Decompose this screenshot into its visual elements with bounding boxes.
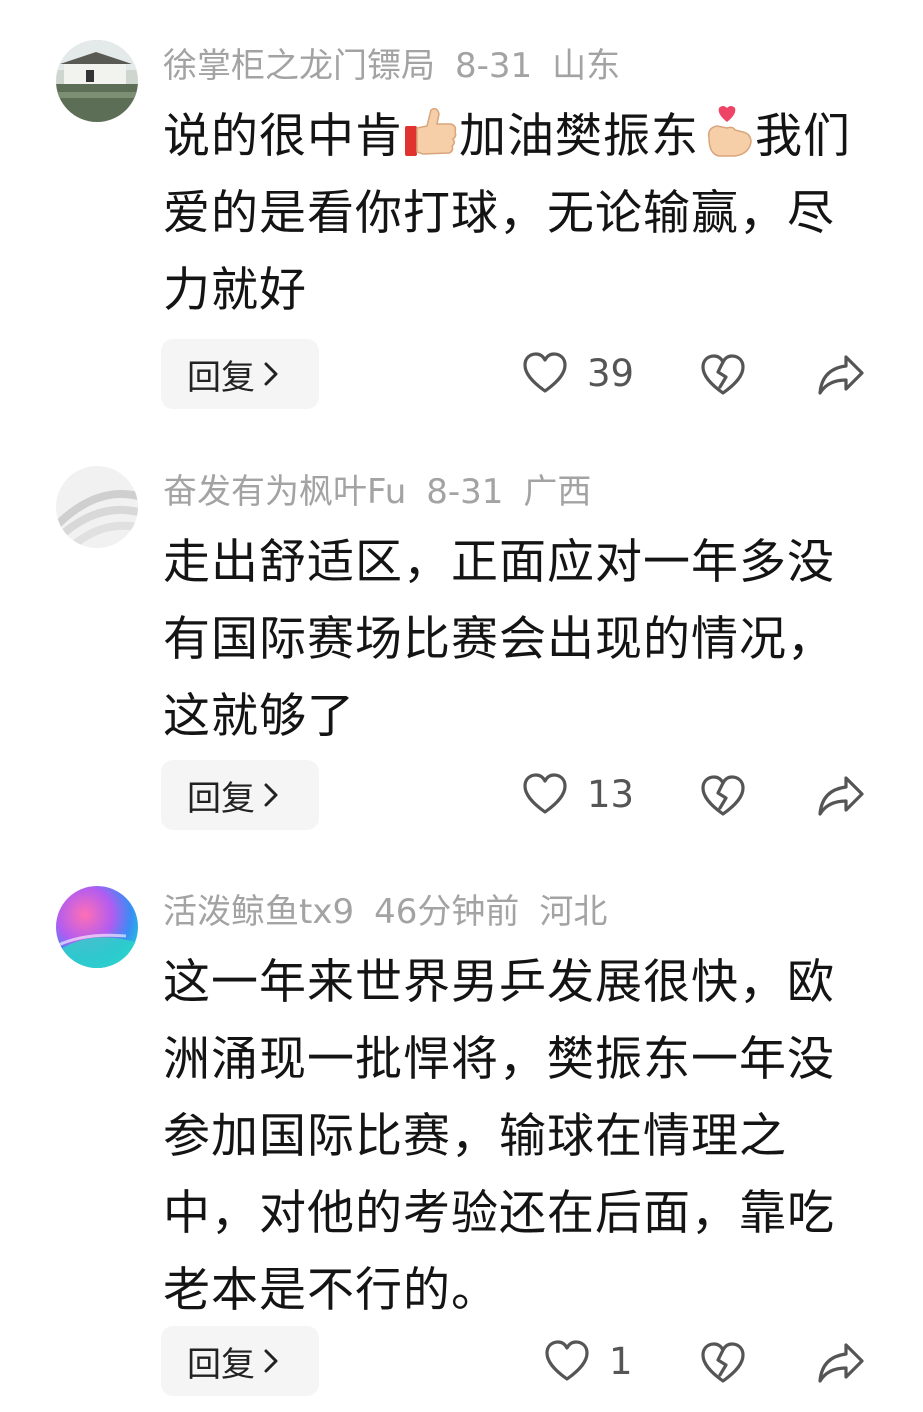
broken-heart-icon [701,775,745,816]
username[interactable]: 徐掌柜之龙门镖局 [163,46,435,86]
chevron-right-icon [264,783,278,807]
finger-heart-emoji [707,106,752,157]
username[interactable]: 奋发有为枫叶Fu [163,472,406,512]
avatar[interactable] [56,466,138,548]
comment-text: 这一年来世界男乒发展很快，欧洲涌现一批悍将，樊振东一年没参加国际比赛，输球在情理… [163,955,835,1318]
like-count: 13 [587,772,635,816]
comment-meta: 奋发有为枫叶Fu 8-31 广西 [163,468,611,516]
comment-text: 说的很中肯 加油樊振东 我们爱的是看你打球，无论输赢，尽力就好 [163,98,873,329]
comment-text: 走出舒适区，正面应对一年多没有国际赛场比赛会出现的情况，这就够了 [163,535,835,744]
broken-heart-icon [701,1342,745,1383]
reply-button[interactable]: 回复 [161,1326,319,1396]
reply-button[interactable]: 回复 [161,760,319,830]
share-arrow-icon [818,355,864,395]
like-button[interactable]: 13 [521,772,634,816]
heart-outline-icon [523,773,567,814]
like-count: 39 [587,351,635,395]
share-button[interactable] [816,774,866,822]
avatar[interactable] [56,40,138,122]
comment-date: 8-31 [455,46,533,86]
username[interactable]: 活泼鲸鱼tx9 [163,892,354,932]
share-arrow-icon [818,776,864,816]
comment-date: 46分钟前 [374,892,520,932]
dislike-button[interactable] [699,774,747,822]
chevron-right-icon [264,362,278,386]
comment-date: 8-31 [426,472,504,512]
share-button[interactable] [816,1341,866,1389]
like-button[interactable]: 39 [521,351,634,395]
dislike-button[interactable] [699,1341,747,1389]
thumbs-up-emoji [405,107,457,156]
comment-meta: 徐掌柜之龙门镖局 8-31 山东 [163,42,640,90]
reply-button[interactable]: 回复 [161,339,319,409]
dislike-button[interactable] [699,353,747,401]
share-arrow-icon [818,1343,864,1383]
share-button[interactable] [816,353,866,401]
like-count: 1 [609,1339,633,1383]
comment-meta: 活泼鲸鱼tx9 46分钟前 河北 [163,888,627,936]
like-button[interactable]: 1 [543,1339,633,1383]
heart-outline-icon [545,1340,589,1381]
comment-location: 河北 [539,892,608,932]
comment-location: 广西 [523,472,592,512]
avatar[interactable] [56,886,138,968]
chevron-right-icon [264,1349,278,1373]
broken-heart-icon [701,354,745,395]
heart-outline-icon [523,352,567,393]
comment-location: 山东 [552,46,621,86]
